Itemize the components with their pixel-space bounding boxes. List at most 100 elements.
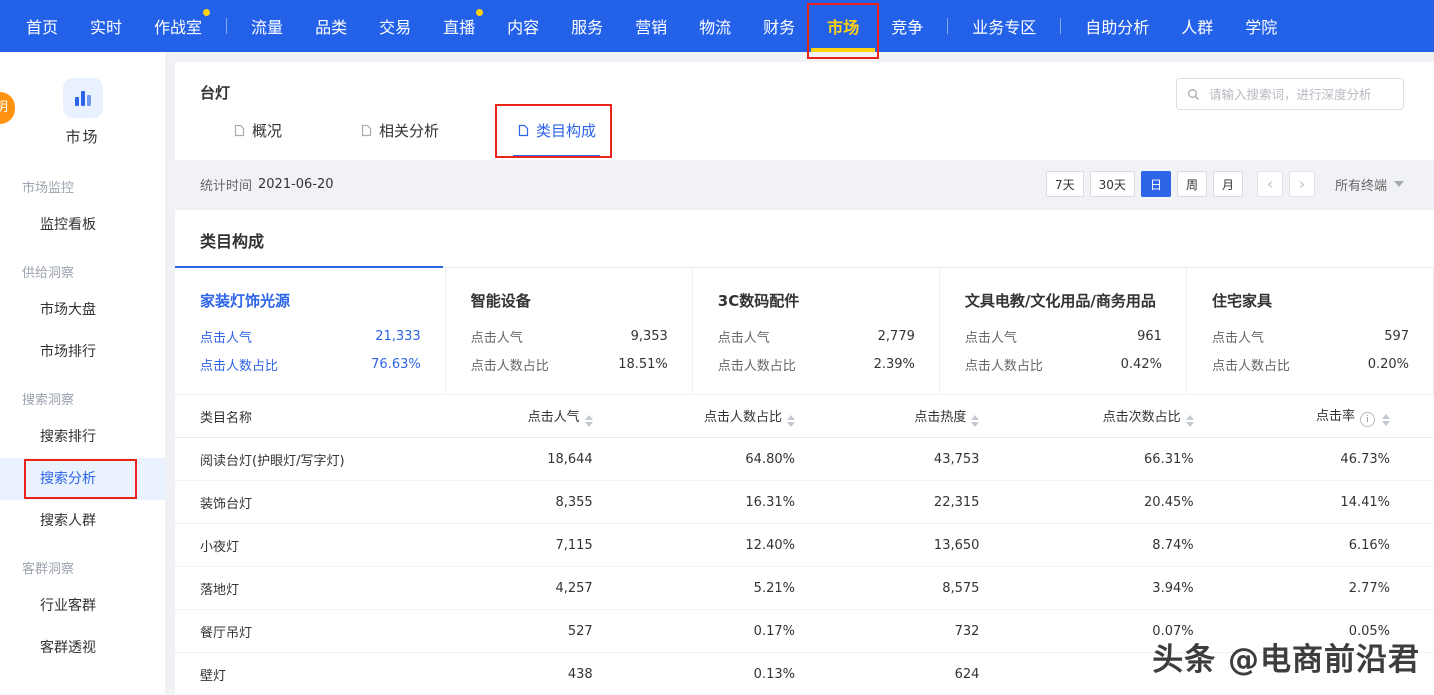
nav-item[interactable]: 品类 (299, 0, 363, 52)
cell-click-popularity: 527 (438, 624, 593, 639)
cell-category-name: 壁灯 (200, 665, 438, 684)
metric-value: 0.20% (1368, 357, 1409, 372)
nav-item[interactable]: 交易 (363, 0, 427, 52)
sidebar-item-search-rank[interactable]: 搜索排行 (0, 416, 165, 458)
sort-icon[interactable] (1186, 415, 1194, 427)
column-header-click-heat[interactable]: 点击热度 (795, 406, 979, 427)
notification-dot (203, 9, 210, 16)
nav-item[interactable]: 业务专区 (956, 0, 1052, 52)
keyword-header-card: 台灯 概况 相关分析 类目 (175, 62, 1434, 160)
date-range-button[interactable]: 7天 (1046, 171, 1084, 197)
next-page-button[interactable]: › (1289, 171, 1315, 197)
nav-item-label: 交易 (379, 14, 411, 38)
search-input[interactable] (1207, 86, 1393, 103)
chevron-right-icon: › (1299, 175, 1305, 193)
metric-value: 2.39% (874, 357, 915, 372)
nav-item[interactable]: 作战室 (138, 0, 218, 52)
nav-item-label: 作战室 (154, 14, 202, 38)
nav-item[interactable]: 自助分析 (1069, 0, 1165, 52)
nav-item[interactable]: 流量 (235, 0, 299, 52)
nav-item[interactable]: 竞争 (875, 0, 939, 52)
cell-category-name: 阅读台灯(护眼灯/写字灯) (200, 450, 438, 469)
category-card[interactable]: 家装灯饰光源 点击人气 21,333 点击人数占比 76.63% (175, 268, 446, 394)
sidebar-item-market-rank[interactable]: 市场排行 (0, 331, 165, 373)
nav-item[interactable]: 物流 (683, 0, 747, 52)
sidebar-item-market-overview[interactable]: 市场大盘 (0, 289, 165, 331)
nav-item[interactable]: 实时 (74, 0, 138, 52)
table-row[interactable]: 装饰台灯 8,355 16.31% 22,315 20.45% 14.41% (175, 481, 1434, 524)
sidebar: 市场 市场监控 监控看板 供给洞察 市场大盘 市场排行 搜索洞察 搜索排行 搜索… (0, 52, 165, 695)
nav-item[interactable]: 人群 (1165, 0, 1229, 52)
sidebar-brand: 市场 (0, 52, 165, 161)
sidebar-item-crowd-insight[interactable]: 客群透视 (0, 627, 165, 669)
date-range-button[interactable]: 月 (1213, 171, 1243, 197)
cell-click-count-ratio: 3.94% (979, 581, 1193, 596)
main-content: 台灯 概况 相关分析 类目 (175, 52, 1434, 695)
sort-icon[interactable] (787, 415, 795, 427)
date-range-button[interactable]: 日 (1141, 171, 1171, 197)
sidebar-section-title: 市场监控 (0, 161, 165, 204)
date-range-button[interactable]: 周 (1177, 171, 1207, 197)
tab-related-analysis[interactable]: 相关分析 (360, 120, 439, 141)
column-header-click-popularity[interactable]: 点击人气 (438, 406, 593, 427)
nav-item[interactable]: 学院 (1229, 0, 1293, 52)
terminal-select[interactable]: 所有终端 (1335, 175, 1404, 194)
nav-item[interactable]: 直播 (427, 0, 491, 52)
sidebar-item-monitor-board[interactable]: 监控看板 (0, 204, 165, 246)
sidebar-item-label: 搜索分析 (40, 471, 96, 487)
nav-item-label: 直播 (443, 14, 475, 38)
nav-item-label: 市场 (827, 14, 859, 38)
metric-label: 点击人气 (200, 327, 252, 346)
category-card[interactable]: 住宅家具 点击人气 597 点击人数占比 0.20% (1187, 268, 1434, 394)
card-metric-row: 点击人数占比 2.39% (718, 355, 915, 374)
card-metric-row: 点击人数占比 76.63% (200, 355, 421, 374)
sidebar-item-industry-crowd[interactable]: 行业客群 (0, 585, 165, 627)
sidebar-title: 市场 (0, 126, 165, 147)
nav-item[interactable]: 财务 (747, 0, 811, 52)
sort-icon[interactable] (585, 415, 593, 427)
nav-item[interactable]: 内容 (491, 0, 555, 52)
nav-item-label: 内容 (507, 14, 539, 38)
prev-page-button[interactable]: ‹ (1257, 171, 1283, 197)
category-card[interactable]: 智能设备 点击人气 9,353 点击人数占比 18.51% (446, 268, 693, 394)
sort-icon[interactable] (1382, 414, 1390, 426)
tab-category-composition[interactable]: 类目构成 (517, 120, 596, 141)
cell-category-name: 装饰台灯 (200, 493, 438, 512)
nav-item[interactable]: 营销 (619, 0, 683, 52)
nav-item[interactable]: 首页 (10, 0, 74, 52)
card-metric-row: 点击人气 597 (1212, 327, 1409, 346)
column-header-click-user-ratio[interactable]: 点击人数占比 (593, 406, 795, 427)
category-card-title: 文具电教/文化用品/商务用品 (965, 290, 1162, 311)
nav-group-3: 业务专区 (956, 0, 1052, 52)
column-header-click-rate[interactable]: 点击率 (1194, 405, 1390, 428)
nav-item-label: 学院 (1245, 14, 1277, 38)
sidebar-item-search-analysis[interactable]: 搜索分析 (0, 458, 165, 500)
document-icon (517, 124, 530, 137)
info-icon[interactable] (1360, 412, 1375, 427)
table-row[interactable]: 落地灯 4,257 5.21% 8,575 3.94% 2.77% (175, 567, 1434, 610)
metric-label: 点击人数占比 (1212, 355, 1290, 374)
cell-click-user-ratio: 0.17% (593, 624, 795, 639)
notification-dot (476, 9, 483, 16)
tab-overview[interactable]: 概况 (233, 120, 282, 141)
sidebar-item-label: 监控看板 (40, 217, 96, 233)
column-header-click-count-ratio[interactable]: 点击次数占比 (979, 406, 1193, 427)
card-metric-row: 点击人气 2,779 (718, 327, 915, 346)
category-card[interactable]: 文具电教/文化用品/商务用品 点击人气 961 点击人数占比 0.42% (940, 268, 1187, 394)
category-card[interactable]: 3C数码配件 点击人气 2,779 点击人数占比 2.39% (693, 268, 940, 394)
cell-click-heat: 624 (795, 667, 979, 682)
nav-item[interactable]: 服务 (555, 0, 619, 52)
metric-value: 961 (1137, 329, 1162, 344)
date-range-button[interactable]: 30天 (1090, 171, 1135, 197)
tab-label: 相关分析 (379, 120, 439, 141)
metric-value: 9,353 (631, 329, 668, 344)
table-row[interactable]: 小夜灯 7,115 12.40% 13,650 8.74% 6.16% (175, 524, 1434, 567)
table-row[interactable]: 阅读台灯(护眼灯/写字灯) 18,644 64.80% 43,753 66.31… (175, 438, 1434, 481)
sort-icon[interactable] (971, 415, 979, 427)
tab-label: 类目构成 (536, 120, 596, 141)
sidebar-item-search-crowd[interactable]: 搜索人群 (0, 500, 165, 542)
stat-time-label: 统计时间 (200, 175, 252, 194)
search-box (1176, 78, 1404, 110)
nav-item[interactable]: 市场 (811, 0, 875, 52)
watermark: 头条 @电商前沿君 (1152, 634, 1420, 679)
